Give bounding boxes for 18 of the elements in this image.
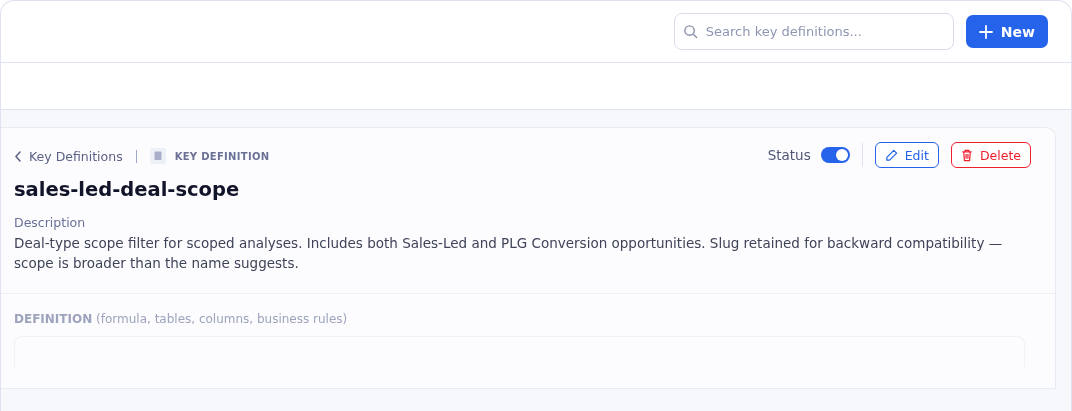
chevron-left-icon xyxy=(14,150,22,162)
book-icon xyxy=(149,148,166,164)
plus-icon xyxy=(978,24,993,39)
type-label: KEY DEFINITION xyxy=(174,150,270,162)
description-label: Description xyxy=(14,215,87,230)
status-toggle[interactable] xyxy=(820,147,850,163)
back-link[interactable]: Key Definitions xyxy=(14,148,123,164)
edit-button[interactable]: Edit xyxy=(874,142,939,168)
pencil-icon xyxy=(884,148,898,162)
status-label: Status xyxy=(767,147,811,163)
trash-icon xyxy=(960,148,973,162)
search-field[interactable]: Search key definitions... xyxy=(673,13,954,50)
search-icon xyxy=(682,24,698,39)
definition-title: sales-led-deal-scope xyxy=(14,178,241,201)
delete-button[interactable]: Delete xyxy=(950,142,1031,168)
new-button[interactable]: New xyxy=(965,15,1048,48)
definition-label: DEFINITION (formula, tables, columns, business rules) xyxy=(14,312,349,326)
description-text: Deal-type scope filter for scoped analyses. Includes both Sales-Led and PLG Conversion opportunities. Slug retained for backward compatibility — scope is broader than the name suggests. xyxy=(14,234,1004,273)
